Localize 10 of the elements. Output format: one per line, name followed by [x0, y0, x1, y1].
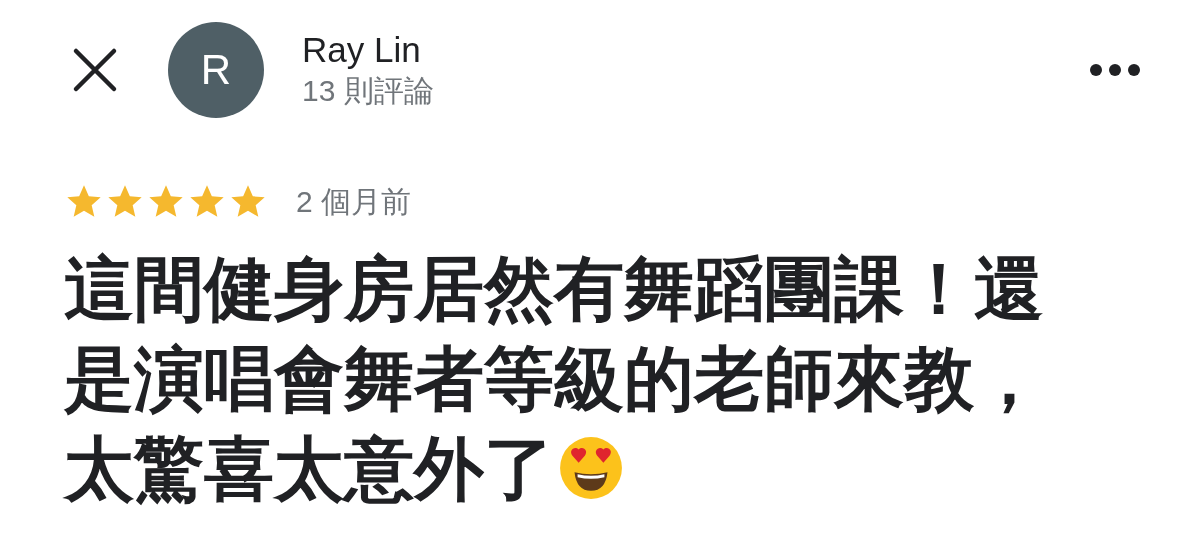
- reviewer-name[interactable]: Ray Lin: [302, 29, 1089, 71]
- review-text-line: 太驚喜太意外了: [64, 430, 554, 508]
- review-time: 2 個月前: [296, 183, 412, 220]
- review-text-line: 是演唱會舞者等級的老師來教，: [64, 339, 1044, 420]
- review-text-line: 這間健身房居然有舞蹈團課！還: [64, 249, 1044, 330]
- more-icon[interactable]: [1089, 63, 1141, 77]
- review-count: 13 則評論: [302, 73, 435, 109]
- heart-eyes-emoji-icon: [558, 435, 624, 501]
- avatar: R: [168, 22, 264, 118]
- close-icon[interactable]: [72, 47, 118, 93]
